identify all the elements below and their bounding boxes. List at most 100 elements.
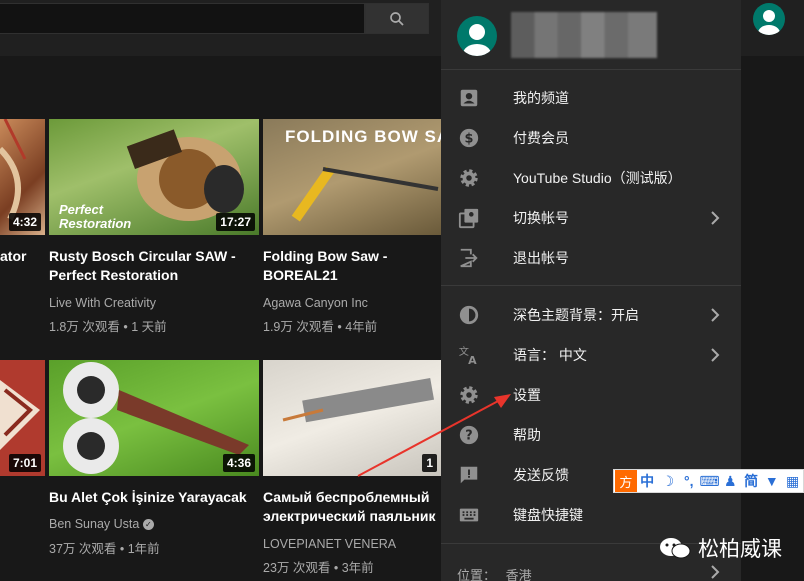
right-gutter [741, 56, 804, 581]
svg-text:A: A [468, 354, 477, 366]
video-thumbnail[interactable]: 4:36 [49, 360, 259, 476]
menu-item-my-channel[interactable]: 我的频道 [441, 78, 741, 118]
menu-item-label: 发送反馈 [513, 467, 569, 483]
menu-item-keyboard-shortcuts[interactable]: 键盘快捷键 [441, 495, 741, 535]
translate-icon: 文A [457, 343, 481, 367]
channel-name[interactable]: Agawa Canyon Inc [263, 296, 368, 310]
video-title-line: Самый беспроблемный [263, 489, 430, 505]
menu-item-paid-memberships[interactable]: $ 付费会员 [441, 118, 741, 158]
video-title-line: Perfect Restoration [49, 267, 179, 283]
thumbnail-caption: Perfect Restoration [59, 203, 131, 231]
menu-item-label: YouTube Studio（测试版） [513, 170, 682, 186]
view-count: 23万 次观看 [263, 561, 331, 575]
video-title[interactable]: Самый беспроблемный электрический паяльн… [263, 488, 438, 526]
search-button[interactable] [365, 3, 429, 34]
video-thumbnail[interactable]: 7:01 [0, 360, 45, 476]
ime-charset[interactable]: 简 [741, 471, 762, 491]
view-count: 1.8万 次观看 [49, 320, 120, 334]
grid-icon[interactable]: ▦ [782, 473, 803, 490]
svg-text:$: $ [465, 132, 474, 147]
account-menu: 我的频道 $ 付费会员 YouTube Studio（测试版） 切换帐号 退出帐… [441, 0, 741, 581]
user-icon[interactable]: ♟ [720, 473, 741, 490]
settings-icon [457, 383, 481, 407]
upload-age: 1年前 [127, 542, 160, 556]
video-thumbnail[interactable]: 1 [263, 360, 441, 476]
account-name-redacted [511, 12, 657, 58]
search-icon [390, 11, 404, 26]
keyboard-icon [457, 503, 481, 527]
view-count: 37万 次观看 [49, 542, 117, 556]
menu-item-label: 切换帐号 [513, 210, 569, 226]
video-title[interactable]: Rusty Bosch Circular SAW - Perfect Resto… [49, 247, 254, 285]
avatar-icon [758, 10, 780, 35]
video-thumbnail[interactable]: 4:32 [0, 119, 45, 235]
ime-toolbar[interactable]: 方 中 ☽ °, ⌨ ♟ 简 ▼ ▦ [613, 469, 804, 493]
moon-icon[interactable]: ☽ [658, 473, 679, 490]
video-title-line: BOREAL21 [263, 267, 338, 283]
wechat-icon [660, 538, 691, 559]
video-meta: 1.9万 次观看 • 4年前 [263, 320, 378, 334]
video-thumbnail[interactable]: FOLDING BOW SAW [263, 119, 441, 235]
location-setting[interactable]: 位置： 香港 [457, 565, 532, 581]
menu-item-youtube-studio[interactable]: YouTube Studio（测试版） [441, 158, 741, 198]
help-icon: ? [457, 423, 481, 447]
video-duration: 7:01 [8, 454, 41, 472]
video-title[interactable]: Folding Bow Saw - BOREAL21 [263, 247, 438, 285]
upload-age: 4年前 [345, 320, 378, 334]
ime-logo-icon: 方 [615, 470, 637, 492]
verified-icon: ✓ [142, 519, 154, 531]
menu-divider [441, 285, 741, 286]
menu-item-switch-account[interactable]: 切换帐号 [441, 198, 741, 238]
menu-item-label: 设置 [513, 387, 541, 403]
video-title-line: Folding Bow Saw - [263, 248, 388, 264]
chevron-right-icon [711, 308, 720, 322]
search-input[interactable] [0, 3, 365, 34]
avatar [457, 16, 497, 56]
avatar[interactable] [753, 3, 785, 35]
avatar-icon [463, 24, 491, 56]
video-title[interactable]: Bu Alet Çok İşinize Yarayacak [49, 488, 247, 507]
account-box-icon [457, 86, 481, 110]
chevron-right-icon [711, 348, 720, 362]
menu-item-label: 语言： 中文 [513, 347, 587, 363]
upload-age: 3年前 [341, 561, 374, 575]
channel-name[interactable]: Ben Sunay Usta ✓ [49, 517, 154, 531]
channel-name[interactable]: Live With Creativity [49, 296, 156, 310]
skin-icon[interactable]: ▼ [761, 473, 782, 489]
sign-out-icon [457, 246, 481, 270]
dollar-icon: $ [457, 126, 481, 150]
channel-name[interactable]: LOVEPIANET VENERA [263, 537, 396, 551]
location-value: 香港 [505, 568, 532, 581]
watermark-text: 松柏威课 [698, 537, 782, 561]
menu-item-label: 深色主题背景：开启 [513, 307, 639, 323]
upload-age: 1 天前 [131, 320, 167, 334]
thumbnail-image [282, 377, 435, 423]
menu-item-label: 付费会员 [513, 130, 569, 146]
chevron-right-icon [711, 211, 720, 225]
video-duration: 1 [422, 454, 437, 472]
feedback-icon [457, 463, 481, 487]
menu-item-label: 退出帐号 [513, 250, 569, 266]
video-meta: 23万 次观看 • 3年前 [263, 561, 374, 575]
video-meta: 37万 次观看 • 1年前 [49, 542, 160, 556]
video-title-line: электрический паяльник [263, 508, 436, 524]
location-label: 位置： [457, 568, 497, 581]
menu-item-sign-out[interactable]: 退出帐号 [441, 238, 741, 278]
thumbnail-caption-line: Restoration [59, 216, 132, 231]
video-thumbnail[interactable]: Perfect Restoration 17:27 [49, 119, 259, 235]
thumbnail-caption-line: Perfect [59, 202, 104, 217]
menu-item-help[interactable]: ? 帮助 [441, 415, 741, 455]
ime-mode[interactable]: 中 [637, 471, 658, 491]
keyboard-icon[interactable]: ⌨ [699, 473, 720, 490]
watermark: 松柏威课 [658, 533, 782, 563]
video-title[interactable]: ator [0, 247, 26, 266]
menu-item-label: 我的频道 [513, 90, 569, 106]
menu-item-language[interactable]: 文A 语言： 中文 [441, 335, 741, 375]
video-title-line: Rusty Bosch Circular SAW - [49, 248, 236, 264]
menu-item-settings[interactable]: 设置 [441, 375, 741, 415]
punctuation-icon[interactable]: °, [678, 473, 699, 489]
video-meta: 1.8万 次观看 • 1 天前 [49, 320, 167, 334]
account-header [441, 0, 741, 70]
menu-item-dark-theme[interactable]: 深色主题背景：开启 [441, 295, 741, 335]
menu-item-label: 键盘快捷键 [513, 507, 583, 523]
